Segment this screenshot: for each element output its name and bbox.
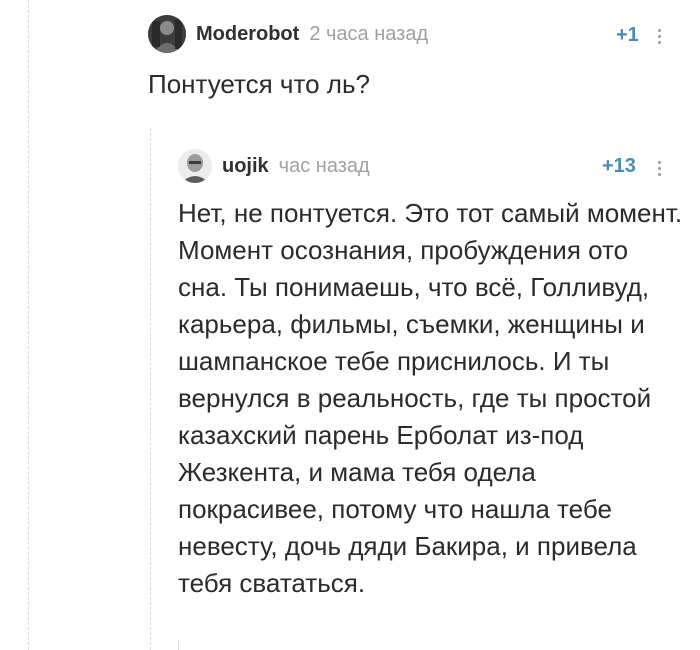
thread-line-outer	[28, 0, 29, 650]
comment-time[interactable]: 2 часа назад	[309, 23, 428, 46]
vertical-dots-icon[interactable]	[658, 158, 662, 179]
comment-rating: +1	[616, 24, 639, 46]
comment-rating: +13	[602, 155, 636, 177]
comment-text: Нет, не понтуется. Это тот самый момент.…	[178, 198, 683, 598]
thread-line-level-3	[178, 640, 179, 650]
avatar-uojik-icon[interactable]	[178, 149, 212, 183]
comment-uojik: uojik час назад +13 Нет, не понтуется. Э…	[178, 146, 688, 602]
author-name[interactable]: uojik	[222, 155, 269, 178]
author-name[interactable]: Moderobot	[196, 23, 299, 46]
thread-line-level-2	[150, 128, 151, 650]
comment-text: Понтуется что ль?	[148, 69, 370, 99]
comment-header: Moderobot 2 часа назад	[148, 14, 688, 54]
vertical-dots-icon[interactable]	[658, 26, 662, 47]
comment-time[interactable]: час назад	[279, 155, 370, 178]
avatar-moderobot-icon[interactable]	[148, 15, 186, 53]
comment-moderobot: Moderobot 2 часа назад +1 Понтуется что …	[148, 14, 688, 103]
